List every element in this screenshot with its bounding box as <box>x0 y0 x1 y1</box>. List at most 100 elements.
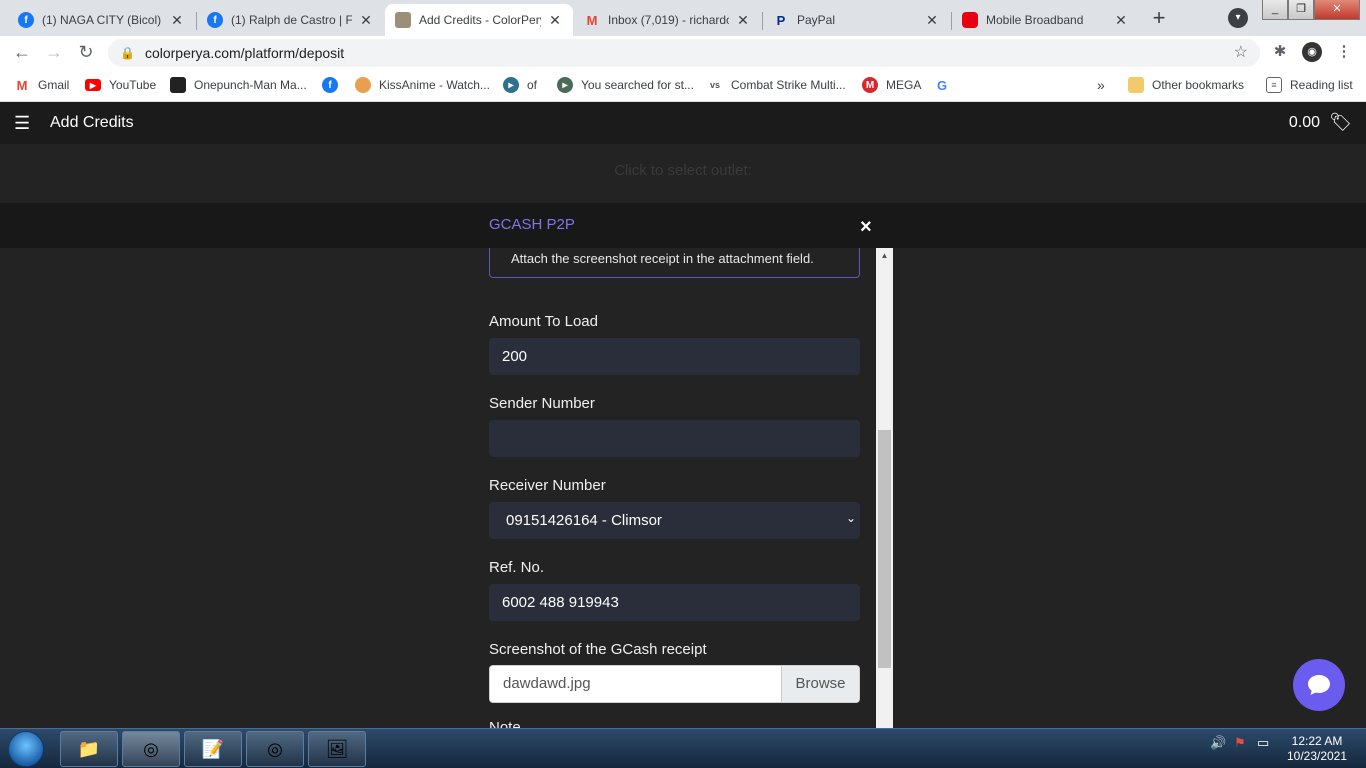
chat-bubble-icon <box>1308 675 1330 695</box>
amount-input[interactable]: 200 <box>489 338 860 375</box>
tab-strip: f (1) NAGA CITY (Bicol) E ✕ f (1) Ralph … <box>0 0 1366 36</box>
outlet-prompt: Click to select outlet: <box>614 162 752 179</box>
reload-icon[interactable]: ↻ <box>74 40 98 64</box>
tab-ralph-de-castro[interactable]: f (1) Ralph de Castro | Fa ✕ <box>197 4 384 36</box>
bookmark-youtube[interactable]: ▶ YouTube <box>85 76 156 94</box>
bookmark-combat-strike[interactable]: vs Combat Strike Multi... <box>707 76 846 94</box>
bookmark-you-searched[interactable]: ▸ You searched for st... <box>557 76 694 94</box>
close-window-button[interactable]: ✕ <box>1314 0 1360 20</box>
receiver-number-label: Receiver Number <box>489 477 606 494</box>
address-bar[interactable]: 🔒 colorperya.com/platform/deposit ☆ <box>108 39 1260 67</box>
reading-list-icon: ≡ <box>1266 77 1282 93</box>
extensions-icon[interactable]: ✱ <box>1270 42 1290 62</box>
new-tab-button[interactable]: + <box>1146 6 1172 32</box>
close-tab-icon[interactable]: ✕ <box>358 12 374 29</box>
chrome-icon: ◎ <box>267 738 283 759</box>
maximize-button[interactable]: ❐ <box>1288 0 1314 20</box>
modal-close-button[interactable]: × <box>860 216 872 238</box>
start-button[interactable] <box>8 731 44 767</box>
reading-list[interactable]: ≡ Reading list <box>1266 76 1353 94</box>
folder-icon <box>1128 77 1144 93</box>
credit-balance: 0.00 <box>1288 114 1320 131</box>
scroll-up-arrow-icon[interactable]: ▲ <box>876 251 893 260</box>
sender-number-label: Sender Number <box>489 395 595 412</box>
receiver-number-value: 09151426164 - Climsor <box>506 512 662 529</box>
next-field-label-partial: Note <box>489 720 521 728</box>
gmail-icon: M <box>586 12 598 28</box>
chat-button[interactable] <box>1293 659 1345 711</box>
sender-number-input[interactable] <box>489 420 860 457</box>
system-clock[interactable]: 12:22 AM 10/23/2021 <box>1280 734 1354 764</box>
profile-avatar-icon[interactable]: ◉ <box>1302 42 1322 62</box>
tab-inbox[interactable]: M Inbox (7,019) - richardc ✕ <box>574 4 761 36</box>
page-title: Add Credits <box>50 114 134 131</box>
receipt-file-input[interactable]: dawdawd.jpg Browse <box>489 665 860 703</box>
action-center-icon[interactable]: ▭ <box>1257 735 1269 751</box>
modal-scrollbar[interactable]: ▲ <box>876 248 893 728</box>
tab-search-icon[interactable]: ▾ <box>1228 8 1248 28</box>
other-bookmarks[interactable]: Other bookmarks <box>1128 76 1244 94</box>
taskbar-explorer[interactable]: 📁 <box>60 731 118 767</box>
folder-icon: 📁 <box>77 738 101 759</box>
chevron-down-icon: ⌄ <box>845 511 856 525</box>
bookmark-gmail[interactable]: M Gmail <box>14 76 70 94</box>
play-icon: ▸ <box>557 77 573 93</box>
site-icon: ▸ <box>503 77 519 93</box>
volume-icon[interactable]: 🔊 <box>1210 735 1226 751</box>
windows-taskbar: 📁 ◎ 📝 ◎ 🖼 🔊 ⚑ ▭ 12:22 AM 10/23/2021 <box>0 728 1366 768</box>
modal-body: Attach the screenshot receipt in the att… <box>470 248 893 728</box>
clock-date: 10/23/2021 <box>1286 749 1348 763</box>
huawei-icon <box>962 12 978 28</box>
lock-icon[interactable]: 🔒 <box>120 46 135 60</box>
menu-dots-icon[interactable]: ⋮ <box>1334 42 1354 62</box>
facebook-icon: f <box>18 12 34 28</box>
tab-paypal[interactable]: P PayPal ✕ <box>763 4 950 36</box>
close-tab-icon[interactable]: ✕ <box>1113 12 1129 29</box>
back-icon[interactable]: ← <box>10 40 34 64</box>
ref-no-input[interactable]: 6002 488 919943 <box>489 584 860 621</box>
tab-mobile-broadband[interactable]: Mobile Broadband ✕ <box>952 4 1139 36</box>
colorperya-icon <box>395 12 411 28</box>
notepad-icon: 📝 <box>201 738 225 759</box>
taskbar-picture-viewer[interactable]: 🖼 <box>308 731 366 767</box>
ref-no-label: Ref. No. <box>489 559 545 576</box>
bookmark-kissanime[interactable]: KissAnime - Watch... <box>355 76 490 94</box>
tab-add-credits[interactable]: Add Credits - ColorPery ✕ <box>385 4 573 36</box>
taskbar-chrome[interactable]: ◎ <box>122 731 180 767</box>
forward-icon[interactable]: → <box>42 40 66 64</box>
bookmark-facebook[interactable]: f <box>322 76 346 94</box>
google-icon: G <box>936 77 948 93</box>
close-tab-icon[interactable]: ✕ <box>547 12 563 29</box>
bookmark-of[interactable]: ▸ of <box>503 76 537 94</box>
more-bookmarks-button[interactable]: » <box>1097 76 1105 94</box>
receiver-number-select[interactable]: 09151426164 - Climsor ⌄ <box>489 502 860 539</box>
manga-icon <box>170 77 186 93</box>
close-tab-icon[interactable]: ✕ <box>169 12 185 29</box>
facebook-icon: f <box>322 77 338 93</box>
instruction-note: Attach the screenshot receipt in the att… <box>489 248 860 278</box>
gmail-icon: M <box>16 77 28 93</box>
modal-title: GCASH P2P <box>489 216 575 233</box>
scrollbar-thumb[interactable] <box>878 430 891 668</box>
close-tab-icon[interactable]: ✕ <box>924 12 940 29</box>
bookmark-star-icon[interactable]: ☆ <box>1234 42 1248 62</box>
tags-icon[interactable]: 🏷 <box>1329 112 1352 133</box>
bookmark-google[interactable]: G <box>934 76 958 94</box>
youtube-icon: ▶ <box>85 79 101 91</box>
browse-button[interactable]: Browse <box>781 666 859 702</box>
taskbar-chrome-2[interactable]: ◎ <box>246 731 304 767</box>
minimize-button[interactable]: _ <box>1262 0 1288 20</box>
clock-time: 12:22 AM <box>1291 734 1343 748</box>
taskbar-notepad[interactable]: 📝 <box>184 731 242 767</box>
app-header: ☰ Add Credits 0.00 🏷 <box>0 102 1366 144</box>
hamburger-menu-icon[interactable]: ☰ <box>14 113 30 133</box>
bookmark-mega[interactable]: M MEGA <box>862 76 921 94</box>
versus-icon: vs <box>709 80 720 90</box>
tab-naga-city[interactable]: f (1) NAGA CITY (Bicol) E ✕ <box>8 4 195 36</box>
receipt-screenshot-label: Screenshot of the GCash receipt <box>489 641 707 658</box>
close-tab-icon[interactable]: ✕ <box>735 12 751 29</box>
picture-icon: 🖼 <box>325 738 349 759</box>
network-warning-icon[interactable]: ⚑ <box>1234 735 1246 751</box>
modal-header <box>0 203 1366 248</box>
bookmark-onepunch-man[interactable]: Onepunch-Man Ma... <box>170 76 307 94</box>
